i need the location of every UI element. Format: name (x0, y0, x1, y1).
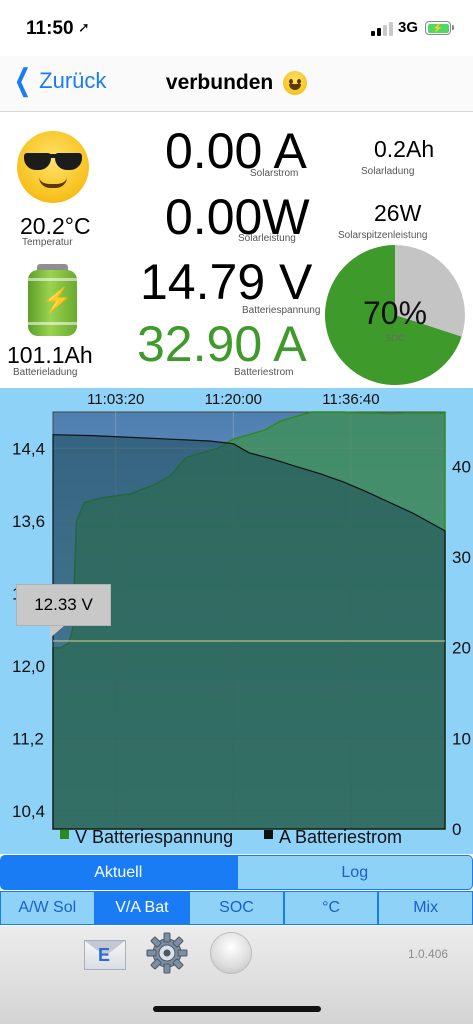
x-tick-label: 11:03:20 (87, 391, 144, 408)
tab-va-bat[interactable]: V/A Bat (94, 891, 190, 925)
y-right-axis-ticks: 40 30 20 10 0 (452, 457, 471, 839)
y-left-tick-label: 12,0 (12, 657, 45, 676)
y-right-tick-label: 40 (452, 457, 471, 476)
solar-charge-label: Solarladung (361, 166, 415, 177)
soc-pie-chart: 70% SOC (324, 245, 465, 385)
battery-current-label: Batteriestrom (234, 367, 294, 378)
grinning-face-icon (283, 71, 308, 96)
y-right-tick-label: 20 (452, 639, 471, 658)
solar-charge-value: 0.2Ah (374, 136, 435, 162)
battery-charge-label: Batterieladung (13, 367, 78, 378)
bottom-toolbar: E 1.0.406 (0, 926, 473, 1024)
y-left-tick-label: 14,4 (12, 439, 45, 458)
temperature-value: 20.2°C (20, 213, 91, 239)
battery-charge-value: 101.1Ah (7, 342, 93, 368)
tab-aktuell[interactable]: Aktuell (0, 855, 237, 890)
y-right-tick-label: 30 (452, 548, 471, 567)
location-arrow-icon: ➚ (78, 19, 90, 35)
temperature-label: Temperatur (22, 237, 73, 248)
status-time: 11:50 (26, 18, 74, 39)
y-left-tick-label: 11,2 (12, 729, 44, 748)
tab-aw-sol[interactable]: A/W Sol (0, 891, 95, 925)
connect-button[interactable] (210, 932, 252, 974)
tab-mix[interactable]: Mix (378, 891, 473, 925)
tab-soc[interactable]: SOC (189, 891, 284, 925)
home-indicator[interactable] (153, 1006, 321, 1012)
legend-swatch-voltage (60, 830, 69, 839)
legend-label-current: A Batteriestrom (279, 827, 402, 847)
network-type: 3G (398, 19, 419, 36)
navigation-bar: ❮ Zurück verbunden (0, 56, 473, 112)
soc-value: 70% (363, 295, 427, 331)
sunglasses-face-icon (17, 131, 89, 203)
gear-icon[interactable] (146, 932, 188, 974)
mail-icon[interactable]: E (84, 940, 126, 970)
chart-type-tabs: A/W Sol V/A Bat SOC °C Mix (0, 891, 473, 925)
legend-label-voltage: V Batteriespannung (75, 827, 233, 847)
chart-legend: V Batteriespannung A Batteriestrom (60, 827, 402, 847)
tooltip-tail (50, 626, 64, 638)
y-right-tick-label: 10 (452, 729, 471, 748)
battery-chart[interactable]: 11:03:2011:20:0011:36:40 14,413,612,812,… (0, 388, 473, 854)
app-version: 1.0.406 (408, 947, 449, 961)
view-mode-tabs: Aktuell Log (0, 855, 473, 890)
x-axis-ticks: 11:03:20 11:20:00 11:36:40 (87, 391, 379, 408)
solar-current-label: Solarstrom (250, 168, 299, 179)
solar-peak-label: Solarspitzenleistung (338, 230, 428, 241)
solar-peak-value: 26W (374, 200, 422, 226)
signal-icon (371, 22, 393, 36)
page-title: verbunden (0, 71, 473, 96)
x-tick-label: 11:36:40 (322, 391, 379, 408)
battery-voltage-value: 14.79 V (140, 254, 313, 310)
battery-current-value: 32.90 A (137, 316, 307, 372)
title-text: verbunden (165, 71, 274, 94)
solar-power-label: Solarleistung (238, 233, 296, 244)
value-tooltip: 12.33 V (16, 584, 111, 626)
x-tick-label: 11:20:00 (205, 391, 262, 408)
mail-letter: E (98, 945, 111, 965)
y-left-tick-label: 10,4 (12, 802, 45, 821)
legend-swatch-current (264, 830, 273, 839)
y-right-tick-label: 0 (452, 820, 461, 839)
soc-label: SOC (385, 333, 405, 343)
battery-level-icon: ⚡ (28, 264, 77, 336)
tab-log[interactable]: Log (236, 855, 473, 890)
tab-temperature[interactable]: °C (283, 891, 379, 925)
y-left-axis-ticks: 14,413,612,812,011,210,4 (12, 439, 45, 821)
status-bar: 11:50 ➚ 3G ⚡ (0, 0, 473, 56)
battery-icon: ⚡ (425, 21, 454, 35)
y-left-tick-label: 13,6 (12, 512, 45, 531)
